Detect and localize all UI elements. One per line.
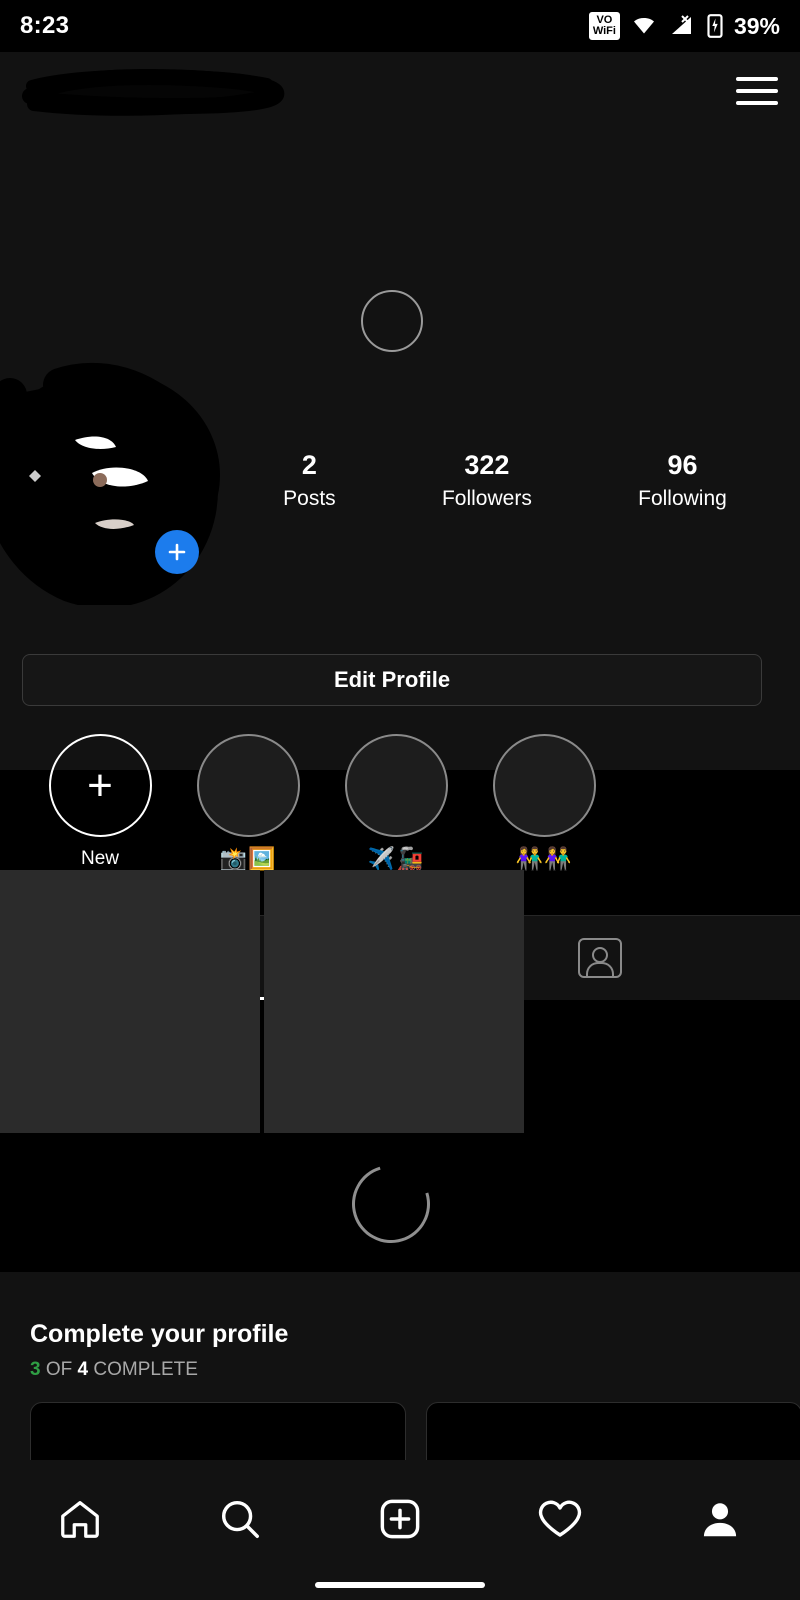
nav-create[interactable]: [350, 1484, 450, 1554]
stat-following[interactable]: 96 Following: [638, 448, 727, 515]
complete-profile-progress: 3 OF 4 COMPLETE: [30, 1359, 770, 1381]
home-icon: [61, 1501, 99, 1538]
progress-total: 4: [77, 1359, 89, 1380]
post-thumbnail[interactable]: [264, 870, 524, 1133]
hamburger-line: [736, 77, 778, 81]
home-indicator: [315, 1582, 485, 1588]
stat-posts-label: Posts: [283, 487, 336, 511]
posts-loading-spinner: [338, 1151, 444, 1257]
nav-search[interactable]: [190, 1484, 290, 1554]
battery-percent: 39%: [733, 12, 780, 39]
stat-following-label: Following: [638, 487, 727, 511]
stat-followers[interactable]: 322 Followers: [442, 448, 532, 515]
highlight-label: 👫👫: [515, 846, 573, 871]
heart-icon: [538, 1500, 582, 1537]
post-thumbnail[interactable]: [0, 870, 260, 1133]
highlight-label: New: [80, 848, 119, 869]
search-icon: [221, 1500, 259, 1538]
stat-following-value: 96: [667, 450, 698, 480]
instagram-profile-screen: 8:23 VO WiFi 39% 2 Posts 322 Followers 9…: [0, 0, 800, 1600]
stat-posts[interactable]: 2 Posts: [283, 448, 336, 515]
stat-posts-value: 2: [301, 450, 317, 480]
highlight-circle[interactable]: [196, 734, 300, 837]
edit-profile-label: Edit Profile: [333, 667, 451, 692]
volte-wifi-icon: VO WiFi: [588, 12, 620, 40]
stat-followers-value: 322: [464, 450, 510, 480]
status-bar: 8:23 VO WiFi 39%: [0, 0, 800, 52]
bottom-navigation: [0, 1460, 800, 1600]
nav-home[interactable]: [30, 1484, 130, 1554]
wifi-icon: [633, 18, 654, 34]
highlight-label: 📸🖼️: [219, 846, 277, 871]
highlight-circle[interactable]: [344, 734, 448, 837]
username-redacted[interactable]: [22, 66, 292, 116]
complete-profile-title: Complete your profile: [30, 1320, 289, 1348]
avatar[interactable]: [0, 355, 240, 608]
nav-activity[interactable]: [510, 1484, 610, 1554]
plus-icon: [168, 543, 186, 561]
hamburger-line: [736, 101, 778, 105]
volte-label-bottom: WiFi: [592, 25, 616, 37]
add-story-button[interactable]: [155, 530, 199, 574]
highlight-circle[interactable]: [492, 734, 596, 837]
progress-suffix: COMPLETE: [88, 1359, 198, 1380]
plus-icon: +: [87, 760, 113, 810]
stat-followers-label: Followers: [441, 487, 532, 511]
new-highlight-circle[interactable]: +: [48, 734, 152, 837]
status-time: 8:23: [20, 12, 70, 39]
profile-area: 2 Posts 322 Followers 96 Following Edit …: [0, 130, 800, 1000]
loading-spinner: [361, 290, 423, 352]
hamburger-line: [736, 89, 778, 93]
edit-profile-button[interactable]: Edit Profile: [22, 654, 762, 706]
hamburger-menu-icon[interactable]: [736, 77, 778, 105]
profile-stats: 2 Posts 322 Followers 96 Following: [230, 448, 780, 515]
battery-icon: [707, 14, 723, 38]
plus-square-icon: [380, 1499, 420, 1539]
person-icon: [703, 1503, 737, 1537]
profile-header: [0, 52, 800, 130]
highlight-label: ✈️🚂: [367, 846, 425, 871]
status-icons: VO WiFi 39%: [588, 12, 780, 40]
cellular-signal-icon: [671, 15, 691, 34]
nav-profile[interactable]: [670, 1484, 770, 1554]
posts-grid: [0, 870, 800, 1135]
progress-of: OF: [40, 1359, 78, 1380]
progress-done: 3: [30, 1359, 41, 1380]
